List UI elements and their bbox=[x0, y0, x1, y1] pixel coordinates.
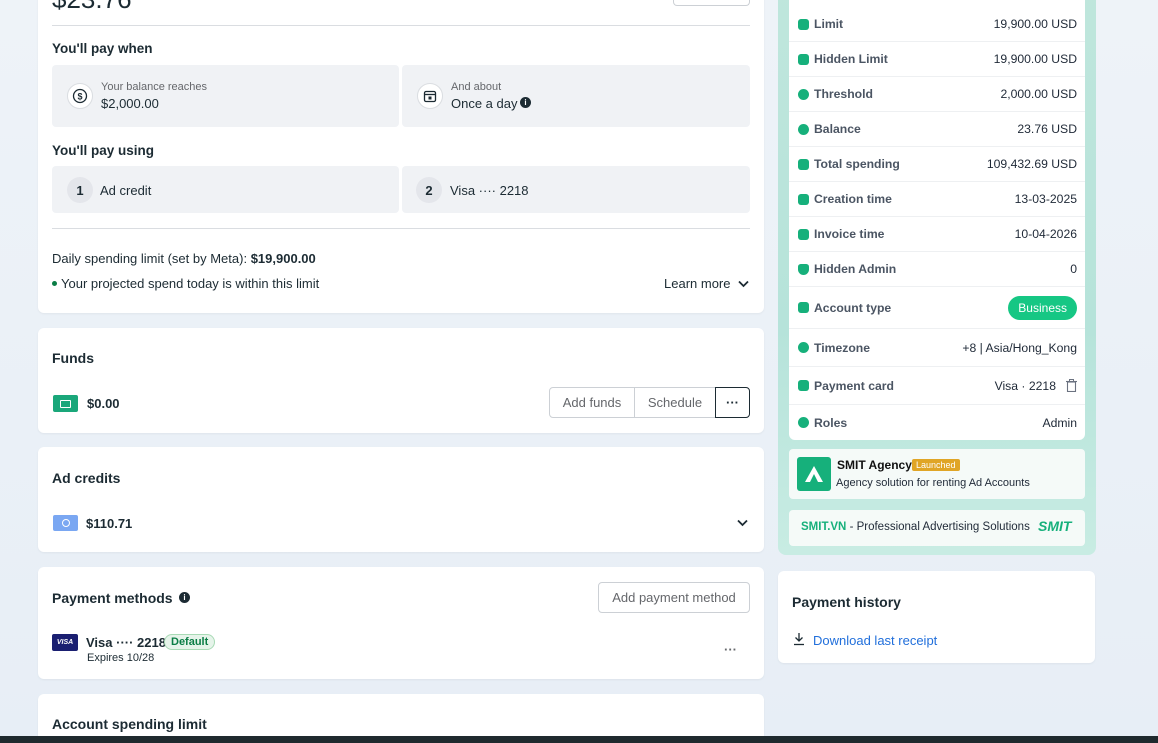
trend-icon bbox=[798, 88, 809, 100]
card-more-button[interactable]: ··· bbox=[724, 642, 737, 657]
smit-logo-icon bbox=[797, 457, 831, 491]
daily-limit-line: Daily spending limit (set by Meta): $19,… bbox=[52, 251, 316, 266]
chevron-down-icon[interactable] bbox=[737, 519, 748, 527]
divider bbox=[52, 228, 750, 229]
row-balance: Balance 23.76 USD bbox=[789, 112, 1085, 147]
about-value: Once a day bbox=[451, 96, 518, 111]
launched-badge: Launched bbox=[912, 459, 960, 471]
dollar-icon: $ bbox=[67, 83, 93, 109]
payment-history-card bbox=[778, 571, 1095, 663]
learn-more-label: Learn more bbox=[664, 276, 731, 291]
dollar-icon bbox=[798, 123, 809, 135]
funds-amount: $0.00 bbox=[87, 396, 120, 411]
smit-agency-card[interactable] bbox=[789, 449, 1085, 499]
add-payment-method-button[interactable]: Add payment method bbox=[598, 582, 750, 613]
credit-card-icon bbox=[798, 380, 809, 391]
daily-limit-label: Daily spending limit (set by Meta): bbox=[52, 251, 248, 266]
row-total-spending: Total spending 109,432.69 USD bbox=[789, 147, 1085, 182]
chevron-down-icon bbox=[738, 280, 750, 287]
payment-methods-title: Payment methods bbox=[52, 590, 173, 606]
row-hidden-limit: Hidden Limit 19,900.00 USD bbox=[789, 42, 1085, 77]
card-expiry: Expires 10/28 bbox=[87, 652, 155, 664]
row-account-type: Account type Business bbox=[789, 287, 1085, 329]
divider bbox=[52, 25, 750, 26]
row-threshold: Threshold 2,000.00 USD bbox=[789, 77, 1085, 112]
balance-value: $2,000.00 bbox=[101, 96, 159, 111]
priority-2-badge: 2 bbox=[416, 177, 442, 203]
receipt-icon bbox=[798, 158, 809, 170]
ad-credits-amount: $110.71 bbox=[86, 516, 133, 531]
info-icon[interactable]: i bbox=[520, 97, 531, 108]
add-funds-button[interactable]: Add funds bbox=[549, 387, 635, 418]
account-type-badge: Business bbox=[1008, 295, 1077, 320]
globe-icon bbox=[798, 342, 809, 353]
more-options-button[interactable]: ··· bbox=[715, 387, 750, 418]
account-info-list: Limit 19,900.00 USD Hidden Limit 19,900.00… bbox=[789, 0, 1085, 440]
ad-credits-card bbox=[38, 447, 764, 552]
daily-limit-value: $19,900.00 bbox=[250, 251, 316, 266]
card-icon bbox=[798, 18, 809, 30]
smit-banner-text: SMIT.VN - Professional Advertising Solut… bbox=[801, 521, 1030, 533]
calendar-icon bbox=[798, 193, 809, 205]
pay-using-title: You'll pay using bbox=[52, 143, 154, 158]
credit-icon bbox=[53, 515, 78, 531]
schedule-button[interactable]: Schedule bbox=[634, 387, 716, 418]
payment-history-title: Payment history bbox=[792, 594, 901, 610]
hidden-icon bbox=[798, 53, 809, 65]
smit-tagline: - Professional Advertising Solutions bbox=[846, 521, 1030, 533]
invoice-icon bbox=[798, 228, 809, 240]
top-right-button[interactable] bbox=[673, 0, 750, 6]
shield-icon bbox=[798, 263, 809, 275]
method2-label: Visa ···· 2218 bbox=[450, 183, 529, 198]
balance-label: Your balance reaches bbox=[101, 81, 208, 93]
ad-credits-title: Ad credits bbox=[52, 470, 121, 486]
row-limit: Limit 19,900.00 USD bbox=[789, 7, 1085, 42]
row-roles: Roles Admin bbox=[789, 405, 1085, 440]
about-label: And about bbox=[451, 81, 502, 93]
svg-text:$: $ bbox=[77, 92, 82, 102]
users-gear-icon bbox=[798, 417, 809, 428]
card-name: Visa ···· 2218 bbox=[86, 635, 166, 650]
wallet-icon bbox=[53, 395, 78, 412]
smit-wordmark: SMIT bbox=[1038, 518, 1072, 534]
row-creation-time: Creation time 13-03-2025 bbox=[789, 182, 1085, 217]
id-card-icon bbox=[798, 302, 809, 313]
download-receipt-link[interactable]: Download last receipt bbox=[813, 633, 937, 648]
row-hidden-admin: Hidden Admin 0 bbox=[789, 252, 1085, 287]
trash-icon[interactable] bbox=[1066, 379, 1077, 392]
smit-domain: SMIT.VN bbox=[801, 521, 847, 533]
calendar-icon bbox=[417, 83, 443, 109]
info-icon[interactable]: i bbox=[179, 592, 190, 603]
row-payment-card: Payment card Visa · 2218 bbox=[789, 367, 1085, 405]
row-invoice-time: Invoice time 10-04-2026 bbox=[789, 217, 1085, 252]
row-timezone: Timezone +8 | Asia/Hong_Kong bbox=[789, 329, 1085, 367]
spending-limit-title: Account spending limit bbox=[52, 716, 207, 732]
agency-description: Agency solution for renting Ad Accounts bbox=[836, 477, 1030, 489]
taskbar bbox=[0, 736, 1158, 743]
current-balance: $23.76 bbox=[52, 0, 132, 15]
default-badge: Default bbox=[164, 634, 216, 650]
visa-card-icon: VISA bbox=[52, 634, 78, 651]
method1-label: Ad credit bbox=[100, 183, 152, 198]
pay-when-title: You'll pay when bbox=[52, 41, 153, 56]
priority-1-badge: 1 bbox=[67, 177, 93, 203]
projection-text: Your projected spend today is within thi… bbox=[61, 276, 320, 291]
agency-name: SMIT Agency bbox=[837, 458, 912, 472]
status-dot bbox=[52, 281, 57, 286]
learn-more-link[interactable]: Learn more bbox=[664, 276, 750, 291]
download-icon bbox=[794, 633, 804, 646]
funds-title: Funds bbox=[52, 350, 94, 366]
